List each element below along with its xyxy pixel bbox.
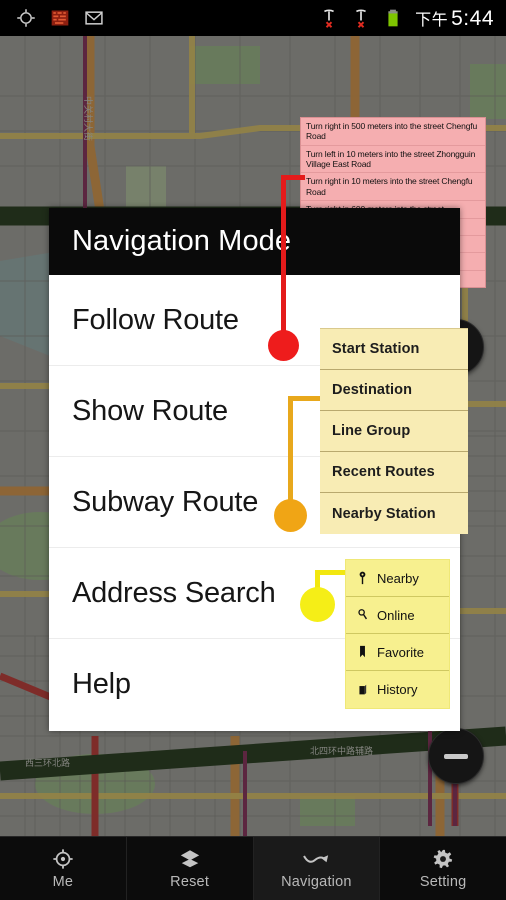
address-submenu-item-favorite[interactable]: Favorite [346, 634, 449, 671]
address-submenu-label: Online [377, 607, 415, 623]
connector-red-dot [268, 330, 299, 361]
menu-item-label: Follow Route [72, 303, 239, 336]
address-submenu-label: Nearby [377, 570, 419, 586]
status-bar-clock: 下午 5:44 [415, 6, 494, 31]
nav-tab-reset[interactable]: Reset [127, 837, 254, 900]
menu-item-label: Subway Route [72, 485, 259, 518]
address-submenu-label: Favorite [377, 644, 424, 660]
notification-item[interactable]: Turn right in 10 meters into the street … [301, 173, 485, 202]
connector-red-vertical [281, 175, 286, 341]
status-bar-left-icons [0, 8, 319, 28]
submenu-item-nearby-station[interactable]: Nearby Station [320, 493, 468, 534]
address-search-submenu[interactable]: Nearby Online Favorite History [345, 559, 450, 709]
minus-icon [444, 753, 468, 759]
notification-item[interactable]: Turn right in 500 meters into the street… [301, 118, 485, 146]
connector-orange-dot [274, 499, 307, 532]
clock-time: 5:44 [451, 6, 494, 30]
map-pin-icon [356, 571, 368, 586]
notification-item[interactable]: Turn left in 10 meters into the street Z… [301, 146, 485, 174]
battery-icon [388, 9, 398, 27]
connector-orange-vertical [288, 396, 293, 511]
submenu-item-recent-routes[interactable]: Recent Routes [320, 452, 468, 493]
submenu-item-start-station[interactable]: Start Station [320, 329, 468, 370]
bottom-navigation-bar: Me Reset Navigation Setting [0, 836, 506, 900]
subway-route-submenu[interactable]: Start Station Destination Line Group Rec… [320, 328, 468, 534]
submenu-item-line-group[interactable]: Line Group [320, 411, 468, 452]
status-bar: 下午 5:44 [0, 0, 506, 36]
app-red-icon [51, 10, 69, 26]
menu-item-label: Show Route [72, 394, 228, 427]
gear-icon [432, 848, 454, 870]
connector-yellow-dot [300, 587, 335, 622]
nav-tab-label: Setting [419, 873, 467, 890]
address-submenu-item-nearby[interactable]: Nearby [346, 560, 449, 597]
menu-item-label: Address Search [72, 576, 276, 609]
crosshair-icon [52, 848, 74, 870]
submenu-item-destination[interactable]: Destination [320, 370, 468, 411]
map-zoom-out-button[interactable] [428, 728, 484, 784]
connector-orange-horizontal [288, 396, 323, 401]
nav-tab-navigation[interactable]: Navigation [253, 837, 381, 900]
gmail-icon [85, 11, 103, 25]
signal-no-service-icon-1 [324, 9, 335, 28]
signal-no-service-icon-2 [356, 9, 367, 28]
address-submenu-label: History [377, 682, 418, 697]
route-arrow-icon [302, 848, 330, 870]
clock-ampm: 下午 [415, 11, 449, 29]
page-title: Navigation Mode [72, 225, 292, 257]
menu-item-label: Help [72, 668, 131, 700]
address-submenu-item-online[interactable]: Online [346, 597, 449, 634]
nav-tab-setting[interactable]: Setting [380, 837, 506, 900]
dialog-title-bar: Navigation Mode [49, 208, 460, 275]
nav-tab-me[interactable]: Me [0, 837, 127, 900]
nav-tab-label: Navigation [281, 873, 352, 890]
nav-tab-label: Reset [170, 873, 210, 890]
bookmark-icon [356, 645, 368, 660]
nav-tab-label: Me [52, 873, 74, 890]
gps-crosshair-icon [17, 9, 35, 27]
address-submenu-item-history[interactable]: History [346, 671, 449, 708]
layers-icon [179, 848, 201, 870]
status-bar-right-icons: 下午 5:44 [319, 6, 506, 31]
magnifier-icon [356, 608, 368, 623]
book-icon [356, 682, 368, 697]
